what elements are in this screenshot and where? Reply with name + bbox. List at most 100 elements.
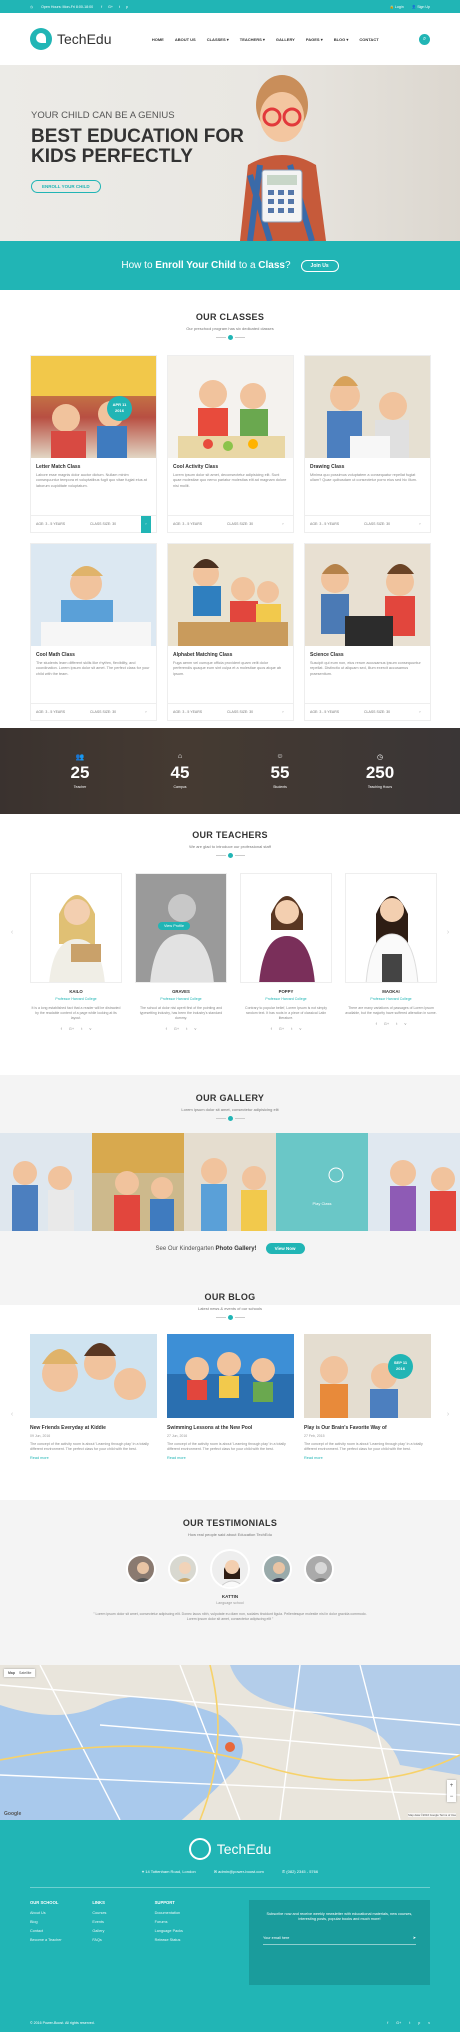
vimeo-icon[interactable]: v (404, 1021, 406, 1026)
twitter-icon[interactable]: t (409, 2021, 410, 2025)
arrow-right-icon[interactable]: › (278, 704, 288, 721)
blog-title-link[interactable]: Swimming Lessons at the New Pool (167, 1425, 294, 1431)
twitter-icon[interactable]: t (396, 1021, 397, 1026)
nav-about[interactable]: ABOUT US (175, 37, 196, 42)
class-title[interactable]: Cool Activity Class (173, 464, 288, 470)
footer-link[interactable]: Events (92, 1920, 154, 1924)
send-icon[interactable]: ➤ (413, 1935, 416, 1940)
vimeo-icon[interactable]: v (428, 2021, 430, 2025)
avatar[interactable] (262, 1554, 292, 1584)
google-plus-icon[interactable]: G+ (69, 1026, 74, 1031)
footer-link[interactable]: Gallery (92, 1929, 154, 1933)
view-now-button[interactable]: View Now (265, 1243, 305, 1254)
next-arrow-icon[interactable]: › (444, 925, 452, 939)
teacher-card[interactable]: MAOKAI Professor Harvard College There a… (345, 873, 437, 1031)
facebook-icon[interactable]: f (271, 1026, 272, 1031)
pinterest-icon[interactable]: p (418, 2021, 420, 2025)
nav-blog[interactable]: BLOG ▾ (334, 37, 349, 42)
avatar[interactable] (126, 1554, 156, 1584)
view-profile-button[interactable]: View Profile (158, 922, 190, 930)
class-title[interactable]: Drawing Class (310, 464, 425, 470)
twitter-icon[interactable]: t (291, 1026, 292, 1031)
nav-teachers[interactable]: TEACHERS ▾ (240, 37, 265, 42)
class-title[interactable]: Cool Math Class (36, 652, 151, 658)
footer-link[interactable]: Blog (30, 1920, 92, 1924)
teacher-card[interactable]: POPPY Professor Harvard College Contrary… (240, 873, 332, 1031)
gallery-photo[interactable] (368, 1133, 460, 1231)
search-button[interactable]: ⌕ (419, 33, 430, 45)
footer-link[interactable]: About Us (30, 1911, 92, 1915)
newsletter-email-input[interactable]: Your email here ➤ (262, 1932, 416, 1945)
google-plus-icon[interactable]: G+ (279, 1026, 284, 1031)
twitter-icon[interactable]: t (186, 1026, 187, 1031)
arrow-right-icon[interactable]: › (141, 704, 151, 721)
class-card[interactable]: Cool Activity Class Lorem ipsum dolor si… (167, 355, 294, 533)
vimeo-icon[interactable]: v (194, 1026, 196, 1031)
vimeo-icon[interactable]: v (89, 1026, 91, 1031)
facebook-icon[interactable]: f (387, 2021, 388, 2025)
avatar-active[interactable] (210, 1549, 250, 1589)
facebook-icon[interactable]: f (101, 5, 102, 9)
arrow-right-icon[interactable]: › (140, 515, 151, 533)
location-map[interactable]: Map Satellite + − Google Map data ©2016 Go… (0, 1665, 460, 1820)
site-logo[interactable]: TechEdu (30, 28, 111, 50)
facebook-icon[interactable]: f (376, 1021, 377, 1026)
map-terms[interactable]: Map data ©2016 Google Terms of Use (408, 1813, 456, 1817)
avatar[interactable] (168, 1554, 198, 1584)
class-title[interactable]: Letter Match Class (36, 464, 151, 470)
arrow-right-icon[interactable]: › (278, 516, 288, 533)
footer-link[interactable]: Courses (92, 1911, 154, 1915)
twitter-icon[interactable]: t (81, 1026, 82, 1031)
pinterest-icon[interactable]: p (126, 5, 128, 9)
blog-card[interactable]: SEP 11 2016 Play is Our Brain's Favorite … (304, 1334, 431, 1460)
map-tab[interactable]: Map (8, 1671, 15, 1675)
gallery-photo-hover[interactable]: Play Class (276, 1133, 368, 1231)
login-link[interactable]: 🔒 Login (389, 5, 403, 9)
nav-home[interactable]: HOME (152, 37, 164, 42)
blog-title-link[interactable]: New Friends Everyday at Kiddie (30, 1425, 157, 1431)
footer-link[interactable]: Contact (30, 1929, 92, 1933)
footer-link[interactable]: Release Status (155, 1938, 217, 1942)
teacher-card[interactable]: View Profile GRAVES Professor Harvard Co… (135, 873, 227, 1031)
vimeo-icon[interactable]: v (299, 1026, 301, 1031)
zoom-out-button[interactable]: − (450, 1794, 454, 1800)
google-plus-icon[interactable]: G+ (384, 1021, 389, 1026)
enroll-child-button[interactable]: ENROLL YOUR CHILD (31, 180, 101, 193)
class-title[interactable]: Science Class (310, 652, 425, 658)
arrow-right-icon[interactable]: › (415, 516, 425, 533)
google-plus-icon[interactable]: G+ (174, 1026, 179, 1031)
footer-logo[interactable]: TechEdu (0, 1838, 460, 1860)
footer-link[interactable]: Become a Teacher (30, 1938, 92, 1942)
zoom-in-button[interactable]: + (450, 1783, 454, 1789)
class-card[interactable]: Drawing Class Minima quo possimus volupt… (304, 355, 431, 533)
nav-classes[interactable]: CLASSES ▾ (207, 37, 229, 42)
facebook-icon[interactable]: f (166, 1026, 167, 1031)
blog-card[interactable]: Swimming Lessons at the New Pool 27 Jun,… (167, 1334, 294, 1460)
next-arrow-icon[interactable]: › (444, 1407, 452, 1421)
satellite-tab[interactable]: Satellite (19, 1671, 31, 1675)
class-card[interactable]: Alphabet Matching Class Fuga aenm vel cu… (167, 543, 294, 721)
google-plus-icon[interactable]: G+ (396, 2021, 401, 2025)
signup-link[interactable]: 👤 Sign Up (412, 5, 430, 9)
read-more-link[interactable]: Read more (30, 1456, 157, 1460)
class-card[interactable]: Cool Math Class The students learn diffe… (30, 543, 157, 721)
gallery-photo[interactable] (184, 1133, 276, 1231)
join-us-button[interactable]: Join Us (300, 259, 339, 272)
footer-link[interactable]: Documentation (155, 1911, 217, 1915)
footer-link[interactable]: Forums (155, 1920, 217, 1924)
facebook-icon[interactable]: f (61, 1026, 62, 1031)
nav-gallery[interactable]: GALLERY (276, 37, 295, 42)
prev-arrow-icon[interactable]: ‹ (8, 1407, 16, 1421)
teacher-card[interactable]: KAILO Professor Harvard College It is a … (30, 873, 122, 1031)
map-canvas[interactable] (0, 1665, 460, 1820)
google-plus-icon[interactable]: G+ (108, 5, 113, 9)
footer-email[interactable]: ✉ admin@power-boost.com (214, 1869, 264, 1874)
read-more-link[interactable]: Read more (167, 1456, 294, 1460)
prev-arrow-icon[interactable]: ‹ (8, 925, 16, 939)
class-card[interactable]: APR 11 2016 Letter Match Class Labore ess… (30, 355, 157, 533)
gallery-photo[interactable] (92, 1133, 184, 1231)
class-title[interactable]: Alphabet Matching Class (173, 652, 288, 658)
footer-link[interactable]: FAQs (92, 1938, 154, 1942)
avatar[interactable] (304, 1554, 334, 1584)
footer-link[interactable]: Language Packs (155, 1929, 217, 1933)
